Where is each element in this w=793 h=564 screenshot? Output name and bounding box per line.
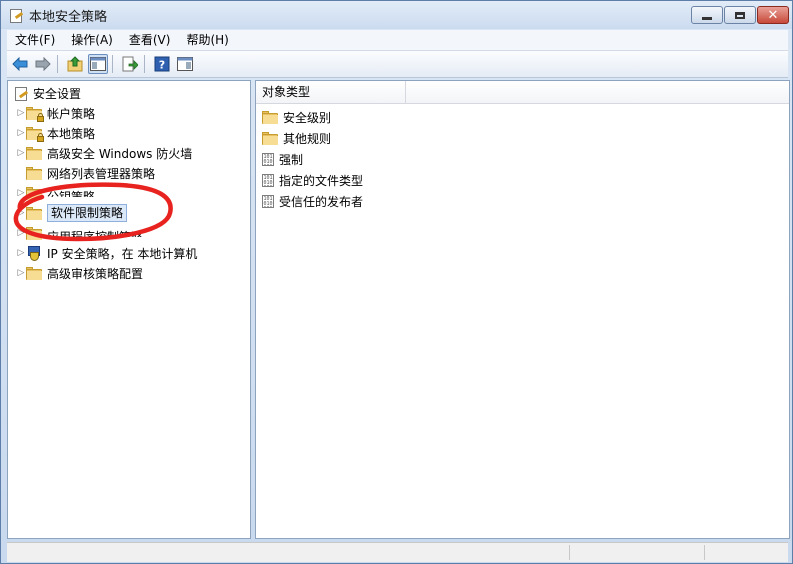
tree-item-label-selected: 软件限制策略 (47, 204, 128, 222)
expand-arrow-icon[interactable]: ▷ (16, 243, 26, 263)
policy-icon: 101 010 101 (262, 173, 274, 187)
window-title: 本地安全策略 (29, 9, 108, 25)
forward-arrow-icon (35, 57, 51, 71)
tree-item-label: 应用程序控制策略 (47, 230, 144, 237)
tree-item-ip-security-policies[interactable]: ▷ IP 安全策略，在 本地计算机 (16, 243, 197, 263)
status-divider (569, 545, 570, 560)
tree-item-public-key-policies[interactable]: ▷ 公钥策略 (16, 183, 95, 203)
expand-arrow-icon[interactable]: ▷ (16, 263, 26, 283)
menu-bar: 文件(F) 操作(A) 查看(V) 帮助(H) (7, 30, 788, 51)
tree-root-security-settings[interactable]: 安全设置 (14, 83, 81, 103)
list-item-label: 受信任的发布者 (279, 194, 364, 209)
minimize-button[interactable] (691, 6, 723, 24)
expand-arrow-icon[interactable]: ▷ (16, 183, 26, 203)
export-list-button[interactable] (120, 54, 140, 74)
list-item-enforcement[interactable]: 101 010 101 强制 (262, 149, 303, 169)
list-item-designated-file-types[interactable]: 101 010 101 指定的文件类型 (262, 170, 363, 190)
help-button[interactable]: ? (152, 54, 172, 74)
details-pane[interactable]: 对象类型 安全级别 其他规则 101 010 101 强制 101 010 10… (255, 80, 790, 539)
list-header: 对象类型 (256, 81, 789, 104)
folder-icon (26, 146, 42, 160)
tree-item-label: 公钥策略 (47, 190, 96, 197)
folder-icon (262, 110, 278, 124)
up-one-level-button[interactable] (65, 54, 85, 74)
menu-view[interactable]: 查看(V) (121, 30, 179, 50)
tree-item-label: 网络列表管理器策略 (47, 166, 156, 181)
folder-icon (26, 226, 42, 240)
tree-item-advanced-audit-policy[interactable]: ▷ 高级审核策略配置 (16, 263, 143, 283)
expander-placeholder (16, 163, 26, 183)
folder-icon (26, 166, 42, 180)
status-bar (7, 542, 788, 562)
local-security-policy-icon (9, 8, 24, 23)
close-button[interactable]: ✕ (757, 6, 789, 24)
tree-item-account-policies[interactable]: ▷ 帐户策略 (16, 103, 95, 123)
tree-item-software-restriction-policies[interactable]: ▷ 软件限制策略 (16, 203, 128, 223)
show-hide-tree-icon (90, 57, 106, 71)
tree-item-label: 帐户策略 (47, 106, 96, 121)
list-item-label: 其他规则 (283, 131, 332, 146)
help-icon: ? (154, 56, 170, 72)
show-hide-console-tree-button[interactable] (88, 54, 108, 74)
minimize-icon (702, 16, 712, 20)
expand-arrow-icon[interactable]: ▷ (16, 123, 26, 143)
list-item-trusted-publishers[interactable]: 101 010 101 受信任的发布者 (262, 191, 363, 211)
list-item-label: 强制 (279, 152, 304, 167)
folder-lock-icon (26, 106, 44, 122)
security-settings-icon (14, 86, 29, 101)
folder-icon (262, 131, 278, 145)
status-divider (704, 545, 705, 560)
expand-arrow-icon[interactable]: ▷ (16, 143, 26, 163)
list-item-security-levels[interactable]: 安全级别 (262, 107, 331, 127)
toolbar: ? (7, 51, 788, 78)
properties-pane-icon (177, 57, 193, 71)
up-folder-icon (67, 56, 83, 72)
tree-item-label: 高级安全 Windows 防火墙 (47, 146, 193, 161)
list-item-label: 安全级别 (283, 110, 332, 125)
title-bar[interactable]: 本地安全策略 ✕ (1, 1, 792, 29)
svg-text:?: ? (159, 59, 165, 72)
menu-file[interactable]: 文件(F) (7, 30, 63, 50)
export-list-icon (122, 56, 138, 72)
folder-lock-icon (26, 126, 44, 142)
tree-item-label: 本地策略 (47, 126, 96, 141)
toolbar-separator (57, 55, 58, 73)
policy-icon: 101 010 101 (262, 194, 274, 208)
list-item-label: 指定的文件类型 (279, 173, 364, 188)
back-button[interactable] (10, 54, 30, 74)
list-item-additional-rules[interactable]: 其他规则 (262, 128, 331, 148)
toolbar-separator (144, 55, 145, 73)
back-arrow-icon (12, 57, 28, 71)
maximize-button[interactable] (724, 6, 756, 24)
close-icon: ✕ (767, 7, 779, 23)
tree-item-network-list-manager[interactable]: 网络列表管理器策略 (16, 163, 155, 183)
console-tree-pane[interactable]: 安全设置 ▷ 帐户策略 ▷ 本地策略 ▷ 高级安全 Windows 防火墙 网络… (7, 80, 251, 539)
expand-arrow-icon[interactable]: ▷ (16, 203, 26, 223)
expand-arrow-icon[interactable]: ▷ (16, 223, 26, 243)
ipsec-shield-icon (26, 245, 42, 261)
forward-button[interactable] (33, 54, 53, 74)
folder-icon (26, 186, 42, 200)
tree-item-windows-firewall[interactable]: ▷ 高级安全 Windows 防火墙 (16, 143, 192, 163)
show-hide-action-pane-button[interactable] (175, 54, 195, 74)
tree-item-label: 高级审核策略配置 (47, 266, 144, 281)
app-window: 本地安全策略 ✕ 文件(F) 操作(A) 查看(V) 帮助(H) ? 安全设置 … (0, 0, 793, 564)
toolbar-separator (112, 55, 113, 73)
folder-icon (26, 206, 42, 220)
menu-action[interactable]: 操作(A) (63, 30, 121, 50)
tree-item-label: 安全设置 (33, 86, 82, 101)
maximize-icon (735, 11, 745, 19)
expand-arrow-icon[interactable]: ▷ (16, 103, 26, 123)
tree-item-application-control-policies[interactable]: ▷ 应用程序控制策略 (16, 223, 143, 243)
tree-item-local-policies[interactable]: ▷ 本地策略 (16, 123, 95, 143)
folder-icon (26, 266, 42, 280)
column-header-object-type[interactable]: 对象类型 (256, 81, 406, 103)
policy-icon: 101 010 101 (262, 152, 274, 166)
tree-item-label: IP 安全策略，在 本地计算机 (47, 246, 198, 261)
menu-help[interactable]: 帮助(H) (178, 30, 236, 50)
